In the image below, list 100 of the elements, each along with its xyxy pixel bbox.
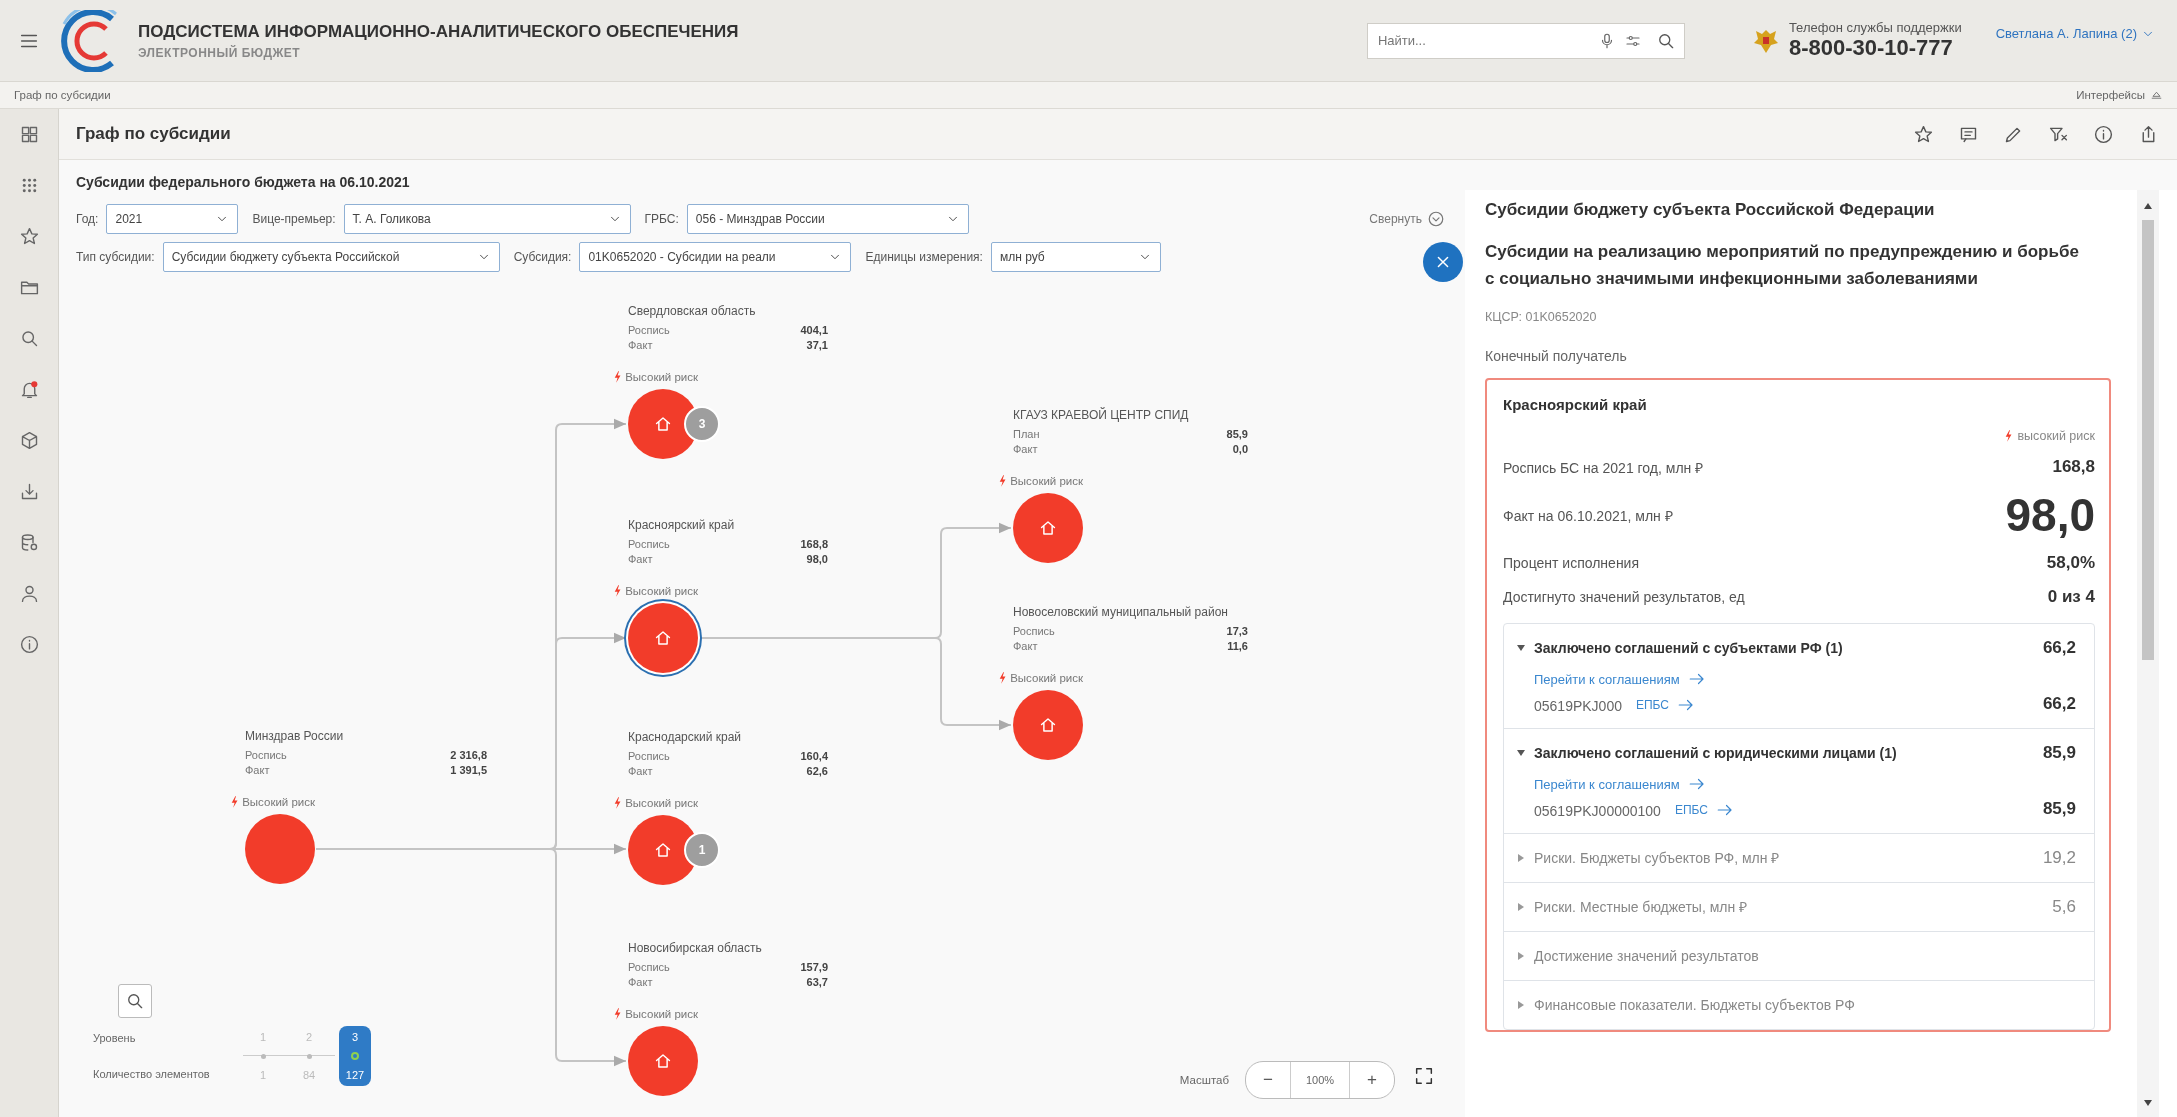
metric-value: 404,1 xyxy=(800,323,828,338)
risk-label: Высокий риск xyxy=(625,371,699,383)
section-toggle[interactable]: Заключено соглашений с субъектами РФ (1) xyxy=(1534,638,2035,658)
metric-value: 1 391,5 xyxy=(450,763,487,778)
metric-label: Факт xyxy=(245,763,271,778)
chevron-circle-icon xyxy=(1427,210,1445,228)
metric-label: Роспись xyxy=(1013,624,1056,639)
node-title: Новоселовский муниципальный район xyxy=(1013,605,1229,620)
filter-dropdown[interactable]: Т. А. Голикова xyxy=(343,204,631,234)
section-toggle[interactable]: Финансовые показатели. Бюджеты субъектов РФ xyxy=(1534,995,2076,1015)
section-value: 19,2 xyxy=(2042,848,2076,868)
level-step[interactable]: 3 127 xyxy=(339,1026,371,1086)
zoom-value: 100% xyxy=(1290,1062,1350,1098)
metric-value: 98,0 xyxy=(805,552,828,567)
filter-dropdown[interactable]: 01K0652020 - Субсидии на реали xyxy=(579,242,852,272)
lightning-icon xyxy=(231,796,239,808)
metric-value: 37,1 xyxy=(805,338,828,353)
count-badge[interactable]: 1 xyxy=(684,832,720,868)
filter-dropdown[interactable]: 056 - Минздрав России xyxy=(686,204,969,234)
breadcrumb-link[interactable]: Граф по субсидии xyxy=(14,89,111,101)
lightning-icon xyxy=(614,797,622,809)
risk-label: Высокий риск xyxy=(625,585,699,597)
agreement-code: 05619PKJ000 xyxy=(1534,698,1622,714)
filter-dropdown[interactable]: 2021 xyxy=(106,204,239,234)
filter-dropdown[interactable]: млн руб xyxy=(990,242,1161,272)
metric-label: Роспись БС на 2021 год, млн ₽ xyxy=(1503,458,1704,477)
risk-label: высокий риск xyxy=(2017,429,2095,443)
lightning-icon xyxy=(999,672,1007,684)
section-title: Субсидии федерального бюджета на 06.10.2021 xyxy=(75,173,411,192)
metric-label: Роспись xyxy=(628,749,671,764)
agreements-link[interactable]: Перейти к соглашениям xyxy=(1534,775,1706,793)
section-value: 85,9 xyxy=(2042,743,2076,763)
risk-label: Высокий риск xyxy=(1010,475,1084,487)
count-badge[interactable]: 3 xyxy=(684,406,720,442)
epbs-link[interactable]: ЕПБС xyxy=(1674,801,1734,819)
search-button[interactable] xyxy=(118,984,152,1018)
zoom-label: Масштаб xyxy=(1179,1074,1229,1086)
search-bar[interactable]: Найти... xyxy=(1366,22,1685,59)
section-toggle[interactable]: Заключено соглашений с юридическими лицами (1) xyxy=(1534,743,2035,763)
recipient-name: Красноярский край xyxy=(1503,396,1648,413)
filter-label: Субсидия: xyxy=(513,250,572,264)
interfaces-label[interactable]: Интерфейсы xyxy=(2076,89,2145,101)
metric-label: Роспись xyxy=(245,748,288,763)
metric-label: Процент исполнения xyxy=(1503,555,1639,571)
metric-label: Роспись xyxy=(628,537,671,552)
scroll-down-icon[interactable] xyxy=(2143,1099,2153,1107)
filter-label: Тип субсидии: xyxy=(76,250,155,264)
epbs-link[interactable]: ЕПБС xyxy=(1635,696,1695,714)
risk-label: Высокий риск xyxy=(625,1008,699,1020)
section-toggle[interactable]: Риски. Местные бюджеты, млн ₽ xyxy=(1534,897,2045,917)
scrollbar-thumb[interactable] xyxy=(2142,220,2154,660)
metric-label: Факт xyxy=(628,552,654,567)
user-menu[interactable]: Светлана А. Лапина (2) xyxy=(1995,26,2155,41)
lightning-icon xyxy=(614,585,622,597)
info-icon[interactable] xyxy=(2093,123,2114,145)
filter-label: Единицы измерения: xyxy=(865,250,983,264)
scroll-up-icon[interactable] xyxy=(2143,202,2153,210)
risk-label: Высокий риск xyxy=(625,797,699,809)
metric-value: 98,0 xyxy=(2005,491,2095,539)
zoom-out-button[interactable]: − xyxy=(1246,1062,1290,1098)
node-title: Свердловская область xyxy=(628,304,757,319)
filter-dropdown[interactable]: Субсидии бюджету субъекта Российской xyxy=(162,242,500,272)
zoom-control[interactable]: − 100% + xyxy=(1245,1061,1395,1099)
graph-node[interactable] xyxy=(628,603,698,673)
filter-label: Год: xyxy=(76,212,99,226)
metric-value: 85,9 xyxy=(1226,427,1248,442)
node-title: Минздрав России xyxy=(245,729,345,744)
section-toggle[interactable]: Риски. Бюджеты субъектов РФ, млн ₽ xyxy=(1534,848,2035,868)
risk-label: Высокий риск xyxy=(1010,672,1084,684)
metric-value: 168,8 xyxy=(2052,457,2095,477)
info-icon[interactable] xyxy=(18,634,40,655)
level-label: Уровень xyxy=(93,1032,137,1044)
star-icon[interactable] xyxy=(1913,123,1934,145)
metric-value: 62,6 xyxy=(805,764,828,779)
close-button[interactable] xyxy=(1423,242,1463,282)
count-label: Количество элементов xyxy=(93,1068,211,1080)
lightning-icon xyxy=(614,1008,622,1020)
section-toggle[interactable]: Достижение значений результатов xyxy=(1534,946,2076,966)
lightning-icon xyxy=(614,371,622,383)
support-phone: 8-800-30-10-777 xyxy=(1788,35,1954,61)
metric-label: Факт на 06.10.2021, млн ₽ xyxy=(1503,506,1673,525)
page-title: Граф по субсидии xyxy=(76,124,231,144)
risk-label: Высокий риск xyxy=(242,796,316,808)
filter-label: Вице-премьер: xyxy=(252,212,336,226)
agreement-value: 85,9 xyxy=(2042,799,2076,819)
section-value: 5,6 xyxy=(2052,897,2076,917)
support-label: Телефон службы поддержки xyxy=(1788,20,1962,35)
zoom-in-button[interactable]: + xyxy=(1350,1062,1394,1098)
metric-value: 168,8 xyxy=(800,537,828,552)
star-icon[interactable] xyxy=(18,226,40,247)
agreements-link[interactable]: Перейти к соглашениям xyxy=(1534,670,1706,688)
collapse-button[interactable]: Свернуть xyxy=(1363,209,1451,229)
fullscreen-icon[interactable] xyxy=(1413,1065,1435,1087)
metric-value: 157,9 xyxy=(800,960,828,975)
recipient-label: Конечный получатель xyxy=(1485,348,1628,364)
app-subtitle: ЭЛЕКТРОННЫЙ БЮДЖЕТ xyxy=(138,45,302,60)
metric-label: План xyxy=(1013,427,1041,442)
lightning-icon xyxy=(999,475,1007,487)
metric-label: Факт xyxy=(1013,442,1039,457)
metric-label: Факт xyxy=(628,764,654,779)
